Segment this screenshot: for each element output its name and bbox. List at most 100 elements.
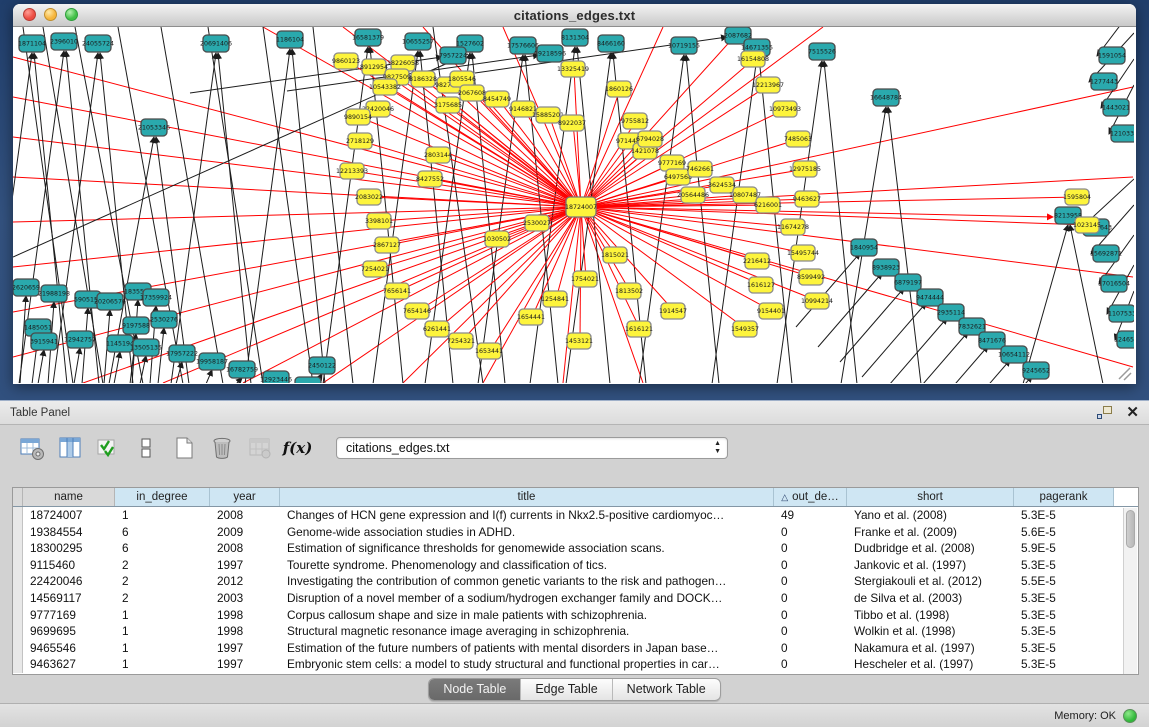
network-graph[interactable]: 1871104239601024055724206914061186104165…: [13, 27, 1134, 383]
node-label: 2803144: [424, 152, 452, 159]
column-header-pagerank[interactable]: pagerank: [1014, 488, 1114, 506]
table-row[interactable]: 969969511998Structural magnetic resonanc…: [13, 623, 1138, 640]
delete-table-icon[interactable]: [246, 435, 273, 462]
minimize-window-button[interactable]: [44, 8, 57, 21]
cell-out_degree: 0: [774, 540, 847, 557]
close-panel-icon[interactable]: ✕: [1126, 406, 1139, 419]
table-scrollbar[interactable]: [1123, 508, 1137, 674]
node-label: 1277443: [1090, 79, 1118, 86]
select-columns-icon[interactable]: [94, 435, 121, 462]
cell-name: 14569117: [23, 590, 115, 607]
cell-name: 18724007: [23, 507, 115, 524]
cell-out_degree: 0: [774, 607, 847, 624]
node-label: 19218596: [534, 51, 566, 58]
row-gutter: [13, 507, 23, 524]
node-label: 1653441: [475, 348, 503, 355]
cell-short: Jankovic et al. (1997): [847, 557, 1014, 574]
node-label: 1616127: [747, 282, 775, 289]
node-label: 1443021: [1102, 105, 1130, 112]
cell-title: Embryonic stem cells: a model to study s…: [280, 656, 774, 673]
table-row[interactable]: 1830029562008Estimation of significance …: [13, 540, 1138, 557]
black-edge: [323, 47, 368, 383]
node-label: 11674278: [777, 224, 809, 231]
table-row[interactable]: 1872400712008Changes of HCN gene express…: [13, 507, 1138, 524]
table-select-combo[interactable]: citations_edges.txt ▲▼: [336, 437, 728, 459]
cell-year: 1997: [210, 557, 280, 574]
table-mode-icon[interactable]: [18, 435, 45, 462]
node-label: 8427552: [416, 176, 444, 183]
node-label: 13325419: [557, 66, 589, 73]
cell-name: 9465546: [23, 640, 115, 657]
table-header-gutter: [13, 488, 23, 506]
node-label: 20206576: [94, 299, 126, 306]
node-label: 19958187: [196, 359, 228, 366]
node-label: 12923446: [260, 377, 292, 383]
column-header-out_degree[interactable]: △out_de…: [774, 488, 847, 506]
node-label: 7254021: [361, 266, 389, 273]
black-edge: [840, 288, 904, 362]
node-label: 2867127: [373, 242, 401, 249]
node-label: 10994214: [801, 298, 833, 305]
table-row[interactable]: 2242004622012Investigating the contribut…: [13, 573, 1138, 590]
table-scrollbar-thumb[interactable]: [1126, 510, 1135, 548]
node-label: 7832621: [958, 324, 986, 331]
cell-year: 2008: [210, 507, 280, 524]
node-label: 1485051: [24, 325, 52, 332]
window-titlebar[interactable]: citations_edges.txt: [13, 4, 1136, 27]
float-panel-icon[interactable]: [1097, 406, 1112, 419]
node-label: 1030502: [483, 236, 511, 243]
table-row[interactable]: 977716911998Corpus callosum shape and si…: [13, 607, 1138, 624]
show-columns-icon[interactable]: [56, 435, 83, 462]
resize-grip[interactable]: [1119, 368, 1131, 380]
tab-node-table[interactable]: Node Table: [429, 679, 521, 700]
cell-out_degree: 0: [774, 557, 847, 574]
table-row[interactable]: 1938455462009Genome-wide association stu…: [13, 524, 1138, 541]
table-row[interactable]: 911546021997Tourette syndrome. Phenomeno…: [13, 557, 1138, 574]
cell-out_degree: 0: [774, 656, 847, 673]
row-gutter: [13, 640, 23, 657]
delete-columns-icon[interactable]: [208, 435, 235, 462]
combo-value: citations_edges.txt: [346, 441, 450, 455]
node-label: 7957224: [439, 53, 467, 60]
node-label: 12213967: [752, 82, 784, 89]
network-canvas[interactable]: 1871104239601024055724206914061186104165…: [13, 27, 1134, 383]
table-row[interactable]: 1456911722003Disruption of a novel membe…: [13, 590, 1138, 607]
red-edge: [581, 207, 640, 329]
node-label: 20691406: [200, 41, 232, 48]
node-label: 1914547: [659, 308, 687, 315]
table-row[interactable]: 946362711997Embryonic stem cells: a mode…: [13, 656, 1138, 673]
zoom-window-button[interactable]: [65, 8, 78, 21]
node-label: 10543382: [369, 84, 401, 91]
node-label: 17359924: [140, 295, 172, 302]
node-label: 1860126: [605, 86, 633, 93]
node-label: 6261441: [423, 326, 451, 333]
red-edge: [13, 207, 581, 222]
column-header-short[interactable]: short: [847, 488, 1014, 506]
close-window-button[interactable]: [23, 8, 36, 21]
node-label: 15495744: [787, 250, 819, 257]
table-row[interactable]: 946554611997Estimation of the future num…: [13, 640, 1138, 657]
status-bar: Memory: OK: [0, 703, 1149, 727]
cell-in_degree: 1: [115, 640, 210, 657]
column-header-name[interactable]: name: [23, 488, 115, 506]
row-gutter: [13, 573, 23, 590]
node-label: 1254841: [541, 296, 569, 303]
cell-title: Estimation of significance thresholds fo…: [280, 540, 774, 557]
create-column-icon[interactable]: [170, 435, 197, 462]
node-label: 1871104: [18, 41, 46, 48]
black-edge: [263, 27, 313, 383]
row-height-icon[interactable]: [132, 435, 159, 462]
cell-pagerank: 5.3E-5: [1014, 557, 1114, 574]
cell-year: 1998: [210, 623, 280, 640]
function-builder-icon[interactable]: f(x): [284, 435, 311, 462]
tab-network-table[interactable]: Network Table: [613, 679, 720, 700]
tab-edge-table[interactable]: Edge Table: [521, 679, 612, 700]
node-label: 7254321: [447, 338, 475, 345]
node-label: 3175685: [434, 102, 462, 109]
column-header-year[interactable]: year: [210, 488, 280, 506]
node-label: 1186104: [276, 37, 304, 44]
memory-status-icon[interactable]: [1123, 709, 1137, 723]
cell-short: Franke et al. (2009): [847, 524, 1014, 541]
column-header-in_degree[interactable]: in_degree: [115, 488, 210, 506]
column-header-title[interactable]: title: [280, 488, 774, 506]
